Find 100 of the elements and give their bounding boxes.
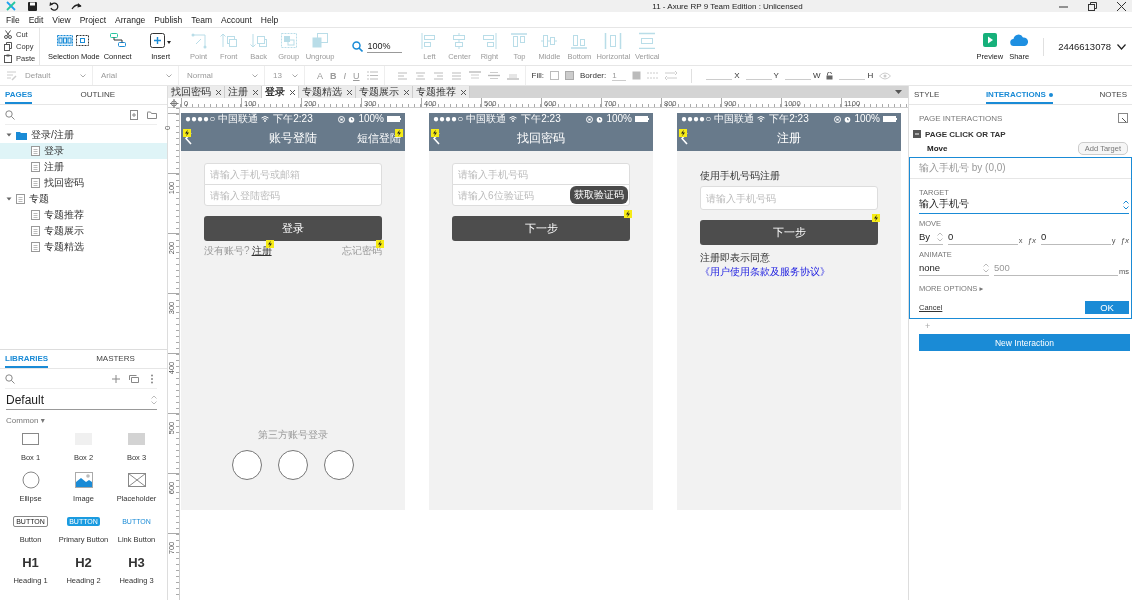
align-middle-icon [540,32,559,49]
page-tree-item[interactable]: 找回密码 [0,175,167,191]
panel-tab[interactable]: LIBRARIES [5,354,49,368]
folder-icon [16,130,27,140]
page-tree-item[interactable]: 登录 [0,143,167,159]
primary-button[interactable]: 下一步 [452,216,630,241]
page-tab[interactable]: 注册 [225,86,262,98]
primary-button[interactable]: 下一步 [700,220,878,245]
bullet-list-icon[interactable] [366,71,378,80]
function-button[interactable]: ƒx [1120,236,1129,245]
page-tab[interactable]: 专题展示 [356,86,413,98]
close-icon[interactable] [290,89,295,95]
panel-tab[interactable]: OUTLINE [80,90,116,104]
redo-icon[interactable] [71,1,82,11]
page-tree-item[interactable]: 专题 [0,191,167,207]
menu-item[interactable]: Edit [28,14,44,25]
caret-down-icon[interactable] [895,90,902,94]
collapse-icon[interactable] [913,130,921,138]
heading-preview[interactable]: H1 [22,554,39,570]
undo-icon[interactable] [49,1,59,11]
new-interaction-button[interactable]: New Interaction [919,334,1130,351]
heading-preview[interactable]: H3 [128,554,145,570]
y-field[interactable]: 0 [1041,230,1111,245]
ok-button[interactable]: OK [1085,301,1129,314]
page-tab[interactable]: 找回密码 [168,86,225,98]
restore-icon[interactable] [1088,1,1097,11]
menu-item[interactable]: Help [260,14,279,25]
page-tab[interactable]: 登录 [262,86,299,98]
panel-tab[interactable]: STYLE [914,90,940,104]
save-icon[interactable] [28,1,37,11]
menu-item[interactable]: View [52,14,71,25]
round-button[interactable] [324,450,354,480]
input-field[interactable]: 请输入手机号码 [452,163,630,185]
zoom-dropdown[interactable]: 100% [367,40,403,53]
border-color-icon[interactable] [632,71,642,80]
popout-icon[interactable] [1118,113,1128,123]
primary-button[interactable]: 登录 [204,216,382,241]
menu-item[interactable]: File [6,14,20,25]
menu-item[interactable]: Team [191,14,213,25]
plus-icon[interactable] [111,373,121,384]
close-icon[interactable] [1117,1,1126,11]
round-button[interactable] [278,450,308,480]
library-dropdown[interactable]: Default [6,393,157,410]
hint-text: 没有账号? [204,245,250,256]
up-down-icon [1123,199,1129,210]
panel-tab[interactable]: INTERACTIONS [985,90,1053,104]
search-icon[interactable] [5,109,15,120]
up-down-icon [937,231,943,242]
menu-item[interactable]: Arrange [115,14,146,25]
image-icon[interactable] [74,472,93,488]
input-field[interactable]: 请输入手机号码 [700,186,878,210]
up-down-icon [151,395,157,405]
menu-item[interactable]: Publish [154,14,183,25]
stack-icon[interactable] [129,373,139,384]
code-button[interactable]: 获取验证码 [570,186,628,204]
category-toggle[interactable]: Common ▾ [6,416,161,425]
function-button[interactable]: ƒx [1027,236,1036,245]
lock-icon[interactable] [826,71,834,80]
account-menu[interactable]: 2446613078 [1058,41,1126,52]
close-icon[interactable] [216,89,221,95]
page-tab[interactable]: 专题推荐 [413,86,470,98]
clipboard-icon [4,54,12,64]
page-tree-item[interactable]: 专题推荐 [0,207,167,223]
terms-link[interactable]: 《用户使用条款及服务协议》 [700,266,830,277]
circle-shape[interactable] [21,471,40,489]
round-button[interactable] [232,450,262,480]
box-shape[interactable] [22,433,39,445]
event-name: PAGE CLICK OR TAP [925,129,1006,139]
folder-icon[interactable] [147,109,157,120]
scissors-icon [4,29,12,39]
copy-icon [4,42,12,51]
play-icon [980,32,999,49]
close-icon[interactable] [253,89,258,95]
fill-swatch-icon[interactable] [550,71,559,80]
page-tree-item[interactable]: 注册 [0,159,167,175]
menu-item[interactable]: Account [221,14,252,25]
caret-icon [252,73,258,78]
battery-icon [883,116,897,122]
search-icon[interactable] [5,373,15,384]
move-mode-dropdown[interactable]: By [919,230,943,245]
page-icon [31,162,40,172]
panel-tab[interactable]: NOTES [1099,90,1127,104]
text-middle-icon[interactable] [487,71,500,80]
placeholder-icon[interactable] [127,473,146,487]
close-icon[interactable] [404,89,409,95]
page-tree-item[interactable]: 专题精选 [0,239,167,255]
menu-item[interactable]: Project [79,14,107,25]
battery-icon [635,116,649,122]
target-dropdown[interactable]: 输入手机号 [919,197,1129,214]
close-icon[interactable] [347,89,352,95]
animation-dropdown[interactable]: none [919,261,989,276]
panel-tab[interactable]: PAGES [5,90,33,104]
add-page-icon[interactable] [129,109,139,120]
x-field[interactable]: 0 [948,230,1018,245]
page-tree-item[interactable]: 专题展示 [0,223,167,239]
panel-tab[interactable]: MASTERS [96,354,135,368]
heading-preview[interactable]: H2 [75,554,92,570]
close-icon[interactable] [461,89,466,95]
dropdown-value: Default [25,71,51,80]
page-tab[interactable]: 专题精选 [299,86,356,98]
